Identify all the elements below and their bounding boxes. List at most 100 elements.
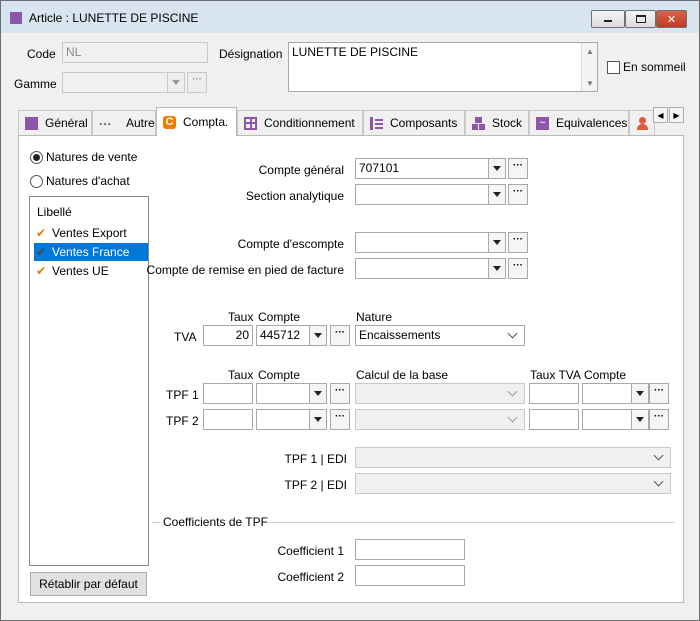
natures-achat-radio[interactable] xyxy=(30,175,43,188)
tab-label: Conditionnement xyxy=(264,116,355,130)
tab-label: Compta. xyxy=(183,115,229,129)
tva-taux-field[interactable]: 20 xyxy=(203,325,253,346)
compte-escompte-dropdown-button[interactable] xyxy=(488,232,506,253)
gamme-label: Gamme xyxy=(14,77,57,91)
compte-general-dropdown-button[interactable] xyxy=(488,158,506,179)
minimize-button[interactable] xyxy=(591,10,625,28)
tpf2-calcul-select[interactable] xyxy=(355,409,525,430)
chevron-down-icon xyxy=(493,266,501,271)
scroll-down-icon: ▼ xyxy=(586,79,594,88)
tpf2-compte-dropdown-button[interactable] xyxy=(309,409,327,430)
tab-composants[interactable]: Composants xyxy=(363,110,465,135)
scroll-up-icon: ▲ xyxy=(586,47,594,56)
tab-stock[interactable]: Stock xyxy=(465,110,529,135)
tpf2-compte-field[interactable] xyxy=(256,409,310,430)
tab-compta[interactable]: C Compta. xyxy=(156,107,237,136)
tpf2-edi-label: TPF 2 | EDI xyxy=(284,478,347,492)
tva-compte-header: Compte xyxy=(258,310,301,324)
section-analytique-browse-button[interactable]: ··· xyxy=(508,184,528,205)
tpf2-edi-select[interactable] xyxy=(355,473,671,494)
chevron-down-icon xyxy=(172,80,180,85)
list-item[interactable]: ✔ Ventes UE xyxy=(34,262,148,280)
chevron-left-icon: ◀ xyxy=(657,110,664,120)
tpf2-row-label: TPF 2 xyxy=(166,414,199,428)
tpf2-compte2-field[interactable] xyxy=(582,409,632,430)
list-item[interactable]: ✔ Ventes France xyxy=(34,243,148,261)
gamme-browse-button[interactable]: ··· xyxy=(187,72,207,93)
title-bar: Article : LUNETTE DE PISCINE ✕ xyxy=(1,1,699,33)
compte-remise-field[interactable] xyxy=(355,258,489,279)
tva-taux-header: Taux xyxy=(228,310,254,324)
close-button[interactable]: ✕ xyxy=(656,10,687,28)
tva-compte-browse-button[interactable]: ··· xyxy=(330,325,350,346)
compte-escompte-browse-button[interactable]: ··· xyxy=(508,232,528,253)
compte-remise-dropdown-button[interactable] xyxy=(488,258,506,279)
tab-equivalences[interactable]: ~ Equivalences xyxy=(529,110,629,135)
tpf1-compte-field[interactable] xyxy=(256,383,310,404)
tab-autre[interactable]: ... Autre xyxy=(92,110,156,135)
article-window: Article : LUNETTE DE PISCINE ✕ Code NL G… xyxy=(0,0,700,621)
section-analytique-dropdown-button[interactable] xyxy=(488,184,506,205)
code-field[interactable]: NL xyxy=(62,42,208,63)
tab-overflow[interactable] xyxy=(629,110,655,135)
minimize-icon xyxy=(604,19,612,22)
tpf1-compte2-browse-button[interactable]: ··· xyxy=(649,383,669,404)
tva-compte-dropdown-button[interactable] xyxy=(309,325,327,346)
section-analytique-label: Section analytique xyxy=(245,189,344,203)
designation-field[interactable]: LUNETTE DE PISCINE ▲ ▼ xyxy=(288,42,598,92)
compte-escompte-field[interactable] xyxy=(355,232,489,253)
tpf1-compte2-dropdown-button[interactable] xyxy=(631,383,649,404)
tabs-scroll-right-button[interactable]: ▶ xyxy=(669,107,684,123)
tabs-scroll-left-button[interactable]: ◀ xyxy=(653,107,668,123)
tpf2-compte-browse-button[interactable]: ··· xyxy=(330,409,350,430)
tpf1-edi-label: TPF 1 | EDI xyxy=(284,452,347,466)
tpf1-edi-select[interactable] xyxy=(355,447,671,468)
tab-label: Général xyxy=(45,116,88,130)
tpf1-compte-dropdown-button[interactable] xyxy=(309,383,327,404)
coefficient2-field[interactable] xyxy=(355,565,465,586)
coefficient1-field[interactable] xyxy=(355,539,465,560)
maximize-icon xyxy=(635,15,646,23)
compte-general-browse-button[interactable]: ··· xyxy=(508,158,528,179)
coefficients-section-title: Coefficients de TPF xyxy=(163,515,268,529)
list-item-label: Ventes UE xyxy=(52,264,109,278)
tpf2-compte2-browse-button[interactable]: ··· xyxy=(649,409,669,430)
chevron-down-icon xyxy=(653,450,664,461)
tab-label: Autre xyxy=(126,116,155,130)
tpf2-taux-tva-field[interactable] xyxy=(529,409,579,430)
designation-scrollbar[interactable]: ▲ ▼ xyxy=(581,43,597,91)
chevron-down-icon xyxy=(507,328,518,339)
grid-icon xyxy=(244,116,257,130)
designation-label: Désignation xyxy=(219,47,283,61)
tpf1-taux-tva-field[interactable] xyxy=(529,383,579,404)
gamme-select[interactable] xyxy=(62,72,168,93)
tva-compte-field[interactable]: 445712 xyxy=(256,325,310,346)
tpf2-taux-field[interactable] xyxy=(203,409,253,430)
tab-conditionnement[interactable]: Conditionnement xyxy=(237,110,363,135)
tpf1-calcul-select[interactable] xyxy=(355,383,525,404)
compte-remise-browse-button[interactable]: ··· xyxy=(508,258,528,279)
tree-icon xyxy=(370,116,383,130)
list-item[interactable]: ✔ Ventes Export xyxy=(34,224,148,242)
tpf1-compte-browse-button[interactable]: ··· xyxy=(330,383,350,404)
tpf1-compte2-field[interactable] xyxy=(582,383,632,404)
natures-vente-radio[interactable] xyxy=(30,151,43,164)
tva-nature-select[interactable]: Encaissements xyxy=(355,325,525,346)
maximize-button[interactable] xyxy=(625,10,656,28)
en-sommeil-checkbox[interactable] xyxy=(607,61,620,74)
chevron-down-icon xyxy=(493,192,501,197)
tpf1-taux-field[interactable] xyxy=(203,383,253,404)
natures-achat-label: Natures d'achat xyxy=(46,174,130,188)
window-title: Article : LUNETTE DE PISCINE xyxy=(29,11,199,25)
chevron-down-icon xyxy=(636,417,644,422)
reset-default-button[interactable]: Rétablir par défaut xyxy=(30,572,147,596)
natures-list[interactable]: Libellé ✔ Ventes Export ✔ Ventes France … xyxy=(29,196,149,566)
tab-general[interactable]: Général xyxy=(18,110,92,135)
compte-general-label: Compte général xyxy=(258,163,344,177)
compte-general-field[interactable]: 707101 xyxy=(355,158,489,179)
gamme-dropdown-button[interactable] xyxy=(167,72,185,93)
section-analytique-field[interactable] xyxy=(355,184,489,205)
separator xyxy=(152,522,160,523)
tpf2-compte2-dropdown-button[interactable] xyxy=(631,409,649,430)
tpf-taux-tva-header: Taux TVA xyxy=(530,368,581,382)
